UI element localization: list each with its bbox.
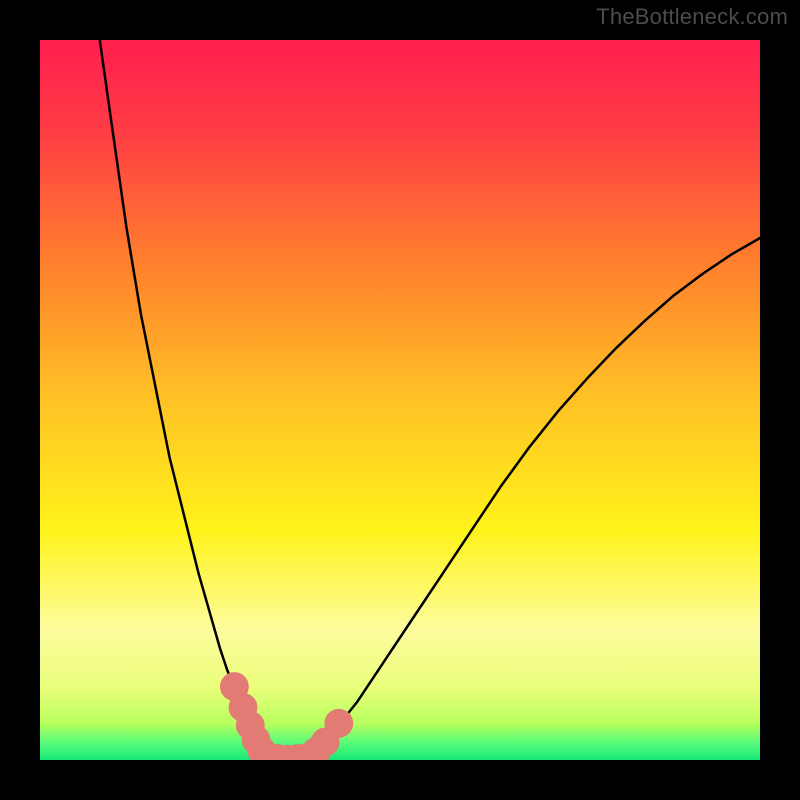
plot-area [40, 40, 760, 760]
attribution-text: TheBottleneck.com [596, 4, 788, 30]
chart-frame: TheBottleneck.com [0, 0, 800, 800]
chart-svg [40, 40, 760, 760]
marker-point [324, 709, 353, 738]
chart-background [40, 40, 760, 760]
